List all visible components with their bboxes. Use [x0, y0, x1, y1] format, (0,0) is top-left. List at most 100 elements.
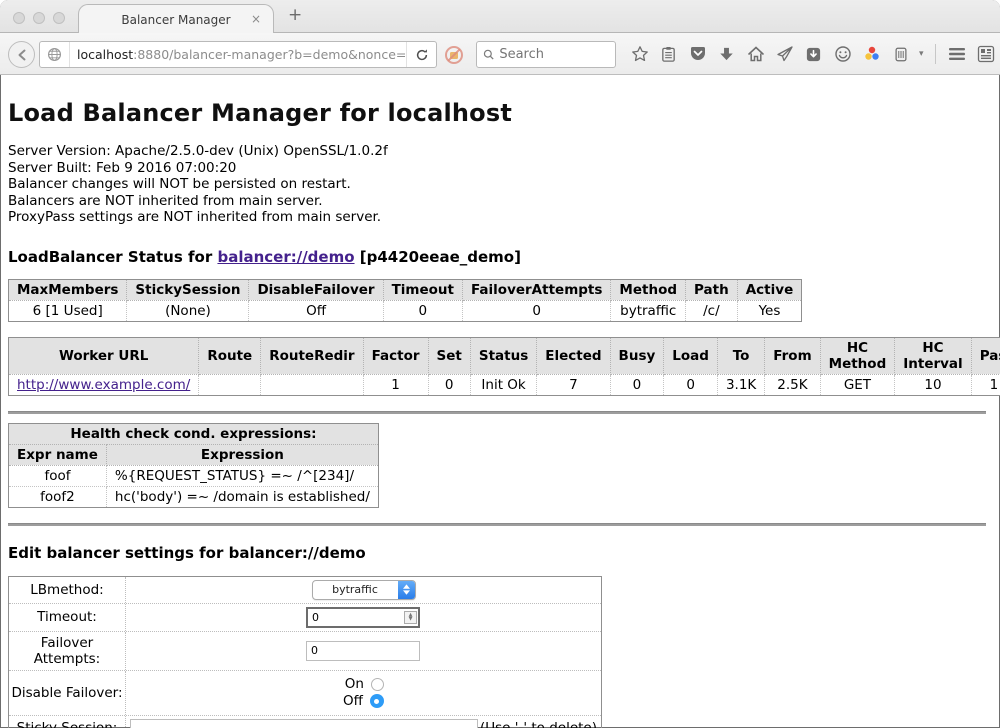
cell-elected: 7 — [537, 374, 610, 395]
col-to: To — [717, 337, 764, 374]
minimize-window-button[interactable] — [33, 12, 45, 24]
tile-grid-icon[interactable] — [976, 43, 997, 65]
hamburger-menu-icon[interactable] — [947, 43, 968, 65]
new-tab-button[interactable]: + — [288, 5, 302, 25]
browser-window: Balancer Manager × + localhost:8880/bala… — [0, 0, 1000, 728]
cell-maxmembers: 6 [1 Used] — [9, 300, 127, 321]
cell-routeredir — [261, 374, 363, 395]
sticky-session-input[interactable] — [130, 719, 478, 728]
sticky-session-hint: (Use '-' to delete) — [480, 720, 601, 728]
reading-list-icon[interactable] — [658, 43, 679, 65]
radio-off[interactable] — [370, 694, 384, 708]
palette-icon[interactable] — [861, 43, 882, 65]
search-bar[interactable] — [476, 41, 616, 68]
search-input[interactable] — [499, 47, 609, 62]
tab-bar: Balancer Manager × + — [0, 0, 1000, 33]
url-text[interactable]: localhost:8880/balancer-manager?b=demo&n… — [70, 47, 406, 62]
col-factor: Factor — [363, 337, 428, 374]
cell-method: bytraffic — [611, 300, 686, 321]
timeout-input[interactable] — [306, 607, 420, 628]
timeout-row: Timeout: ▲▼ — [9, 603, 601, 631]
balancer-status-table: MaxMembers StickySession DisableFailover… — [8, 279, 802, 322]
reload-button[interactable] — [406, 42, 436, 67]
tab-balancer-manager[interactable]: Balancer Manager × — [78, 4, 274, 34]
save-to-device-icon[interactable] — [803, 43, 824, 65]
pocket-icon[interactable] — [687, 43, 708, 65]
page-content: Load Balancer Manager for localhost Serv… — [0, 99, 1000, 728]
edit-balancer-heading: Edit balancer settings for balancer://de… — [8, 544, 992, 562]
zoom-window-button[interactable] — [53, 12, 65, 24]
select-stepper-icon — [398, 581, 415, 599]
worker-url-link[interactable]: http://www.example.com/ — [17, 377, 190, 393]
cell-disablefailover: Off — [249, 300, 383, 321]
balancer-demo-link[interactable]: balancer://demo — [217, 248, 354, 266]
inherit-note-line: Balancers are NOT inherited from main se… — [8, 193, 992, 210]
cell-expr-name-1: foof — [9, 465, 107, 486]
section-divider-2 — [8, 523, 986, 526]
content-blocked-icon[interactable] — [444, 45, 464, 69]
timeout-label: Timeout: — [9, 604, 126, 631]
col-method: Method — [611, 279, 686, 300]
send-icon[interactable] — [774, 43, 795, 65]
toolbar-divider — [935, 44, 936, 64]
cell-stickysession: (None) — [127, 300, 249, 321]
cell-hc-interval: 10 — [895, 374, 971, 395]
lbmethod-selected-value: bytraffic — [313, 583, 398, 596]
lbmethod-row: LBmethod: bytraffic — [9, 577, 601, 603]
close-window-button[interactable] — [13, 12, 25, 24]
sticky-session-label: Sticky Session: — [9, 716, 126, 728]
radio-on[interactable] — [371, 678, 384, 691]
col-set: Set — [428, 337, 470, 374]
lbmethod-select[interactable]: bytraffic — [312, 580, 416, 600]
col-load: Load — [664, 337, 718, 374]
balancer-header-row: MaxMembers StickySession DisableFailover… — [9, 279, 802, 300]
tab-title: Balancer Manager — [121, 13, 230, 27]
container-icon[interactable] — [890, 43, 911, 65]
radio-off-label: Off — [343, 693, 363, 709]
dropdown-caret-icon[interactable]: ▾ — [919, 49, 924, 59]
col-busy: Busy — [610, 337, 664, 374]
tab-close-icon[interactable]: × — [251, 12, 261, 26]
back-arrow-icon — [15, 48, 29, 62]
downloads-icon[interactable] — [716, 43, 737, 65]
cell-load: 0 — [664, 374, 718, 395]
proxypass-note-line: ProxyPass settings are NOT inherited fro… — [8, 209, 992, 226]
number-spinner-icon[interactable]: ▲▼ — [404, 611, 417, 624]
col-hc-interval: HC Interval — [895, 337, 971, 374]
back-button[interactable] — [8, 41, 35, 68]
col-disablefailover: DisableFailover — [249, 279, 383, 300]
failover-attempts-row: Failover Attempts: — [9, 631, 601, 670]
cell-set: 0 — [428, 374, 470, 395]
worker-data-row: http://www.example.com/ 1 0 Init Ok 7 0 … — [9, 374, 1000, 395]
edit-balancer-form: LBmethod: bytraffic Timeout: — [8, 576, 602, 728]
balancer-data-row: 6 [1 Used] (None) Off 0 0 bytraffic /c/ … — [9, 300, 802, 321]
worker-table: Worker URL Route RouteRedir Factor Set S… — [8, 337, 1000, 396]
disable-failover-row: Disable Failover: On Off — [9, 670, 601, 715]
health-table-title: Health check cond. expressions: — [9, 423, 379, 444]
cell-expression-1: %{REQUEST_STATUS} =~ /^[234]/ — [106, 465, 378, 486]
smiley-icon[interactable] — [832, 43, 853, 65]
cell-passes: 1 (0) — [971, 374, 1000, 395]
radio-on-label: On — [345, 676, 364, 692]
failover-attempts-input[interactable] — [306, 641, 420, 661]
col-expression: Expression — [106, 444, 378, 465]
col-worker-url: Worker URL — [9, 337, 199, 374]
col-path: Path — [686, 279, 738, 300]
url-bar[interactable]: localhost:8880/balancer-manager?b=demo&n… — [39, 41, 437, 68]
window-controls — [13, 12, 65, 24]
server-info: Server Version: Apache/2.5.0-dev (Unix) … — [8, 143, 992, 226]
bookmark-star-icon[interactable] — [629, 43, 650, 65]
cell-timeout: 0 — [383, 300, 462, 321]
server-built-line: Server Built: Feb 9 2016 07:00:20 — [8, 160, 992, 177]
cell-to: 3.1K — [717, 374, 764, 395]
cell-failoverattempts: 0 — [463, 300, 611, 321]
home-icon[interactable] — [745, 43, 766, 65]
search-icon — [483, 48, 494, 61]
globe-icon[interactable] — [40, 42, 70, 67]
cell-status: Init Ok — [470, 374, 536, 395]
col-passes: Passes — [971, 337, 1000, 374]
cell-expr-name-2: foof2 — [9, 486, 107, 507]
reload-icon — [415, 48, 429, 62]
server-version-line: Server Version: Apache/2.5.0-dev (Unix) … — [8, 143, 992, 160]
cell-hc-method: GET — [820, 374, 895, 395]
